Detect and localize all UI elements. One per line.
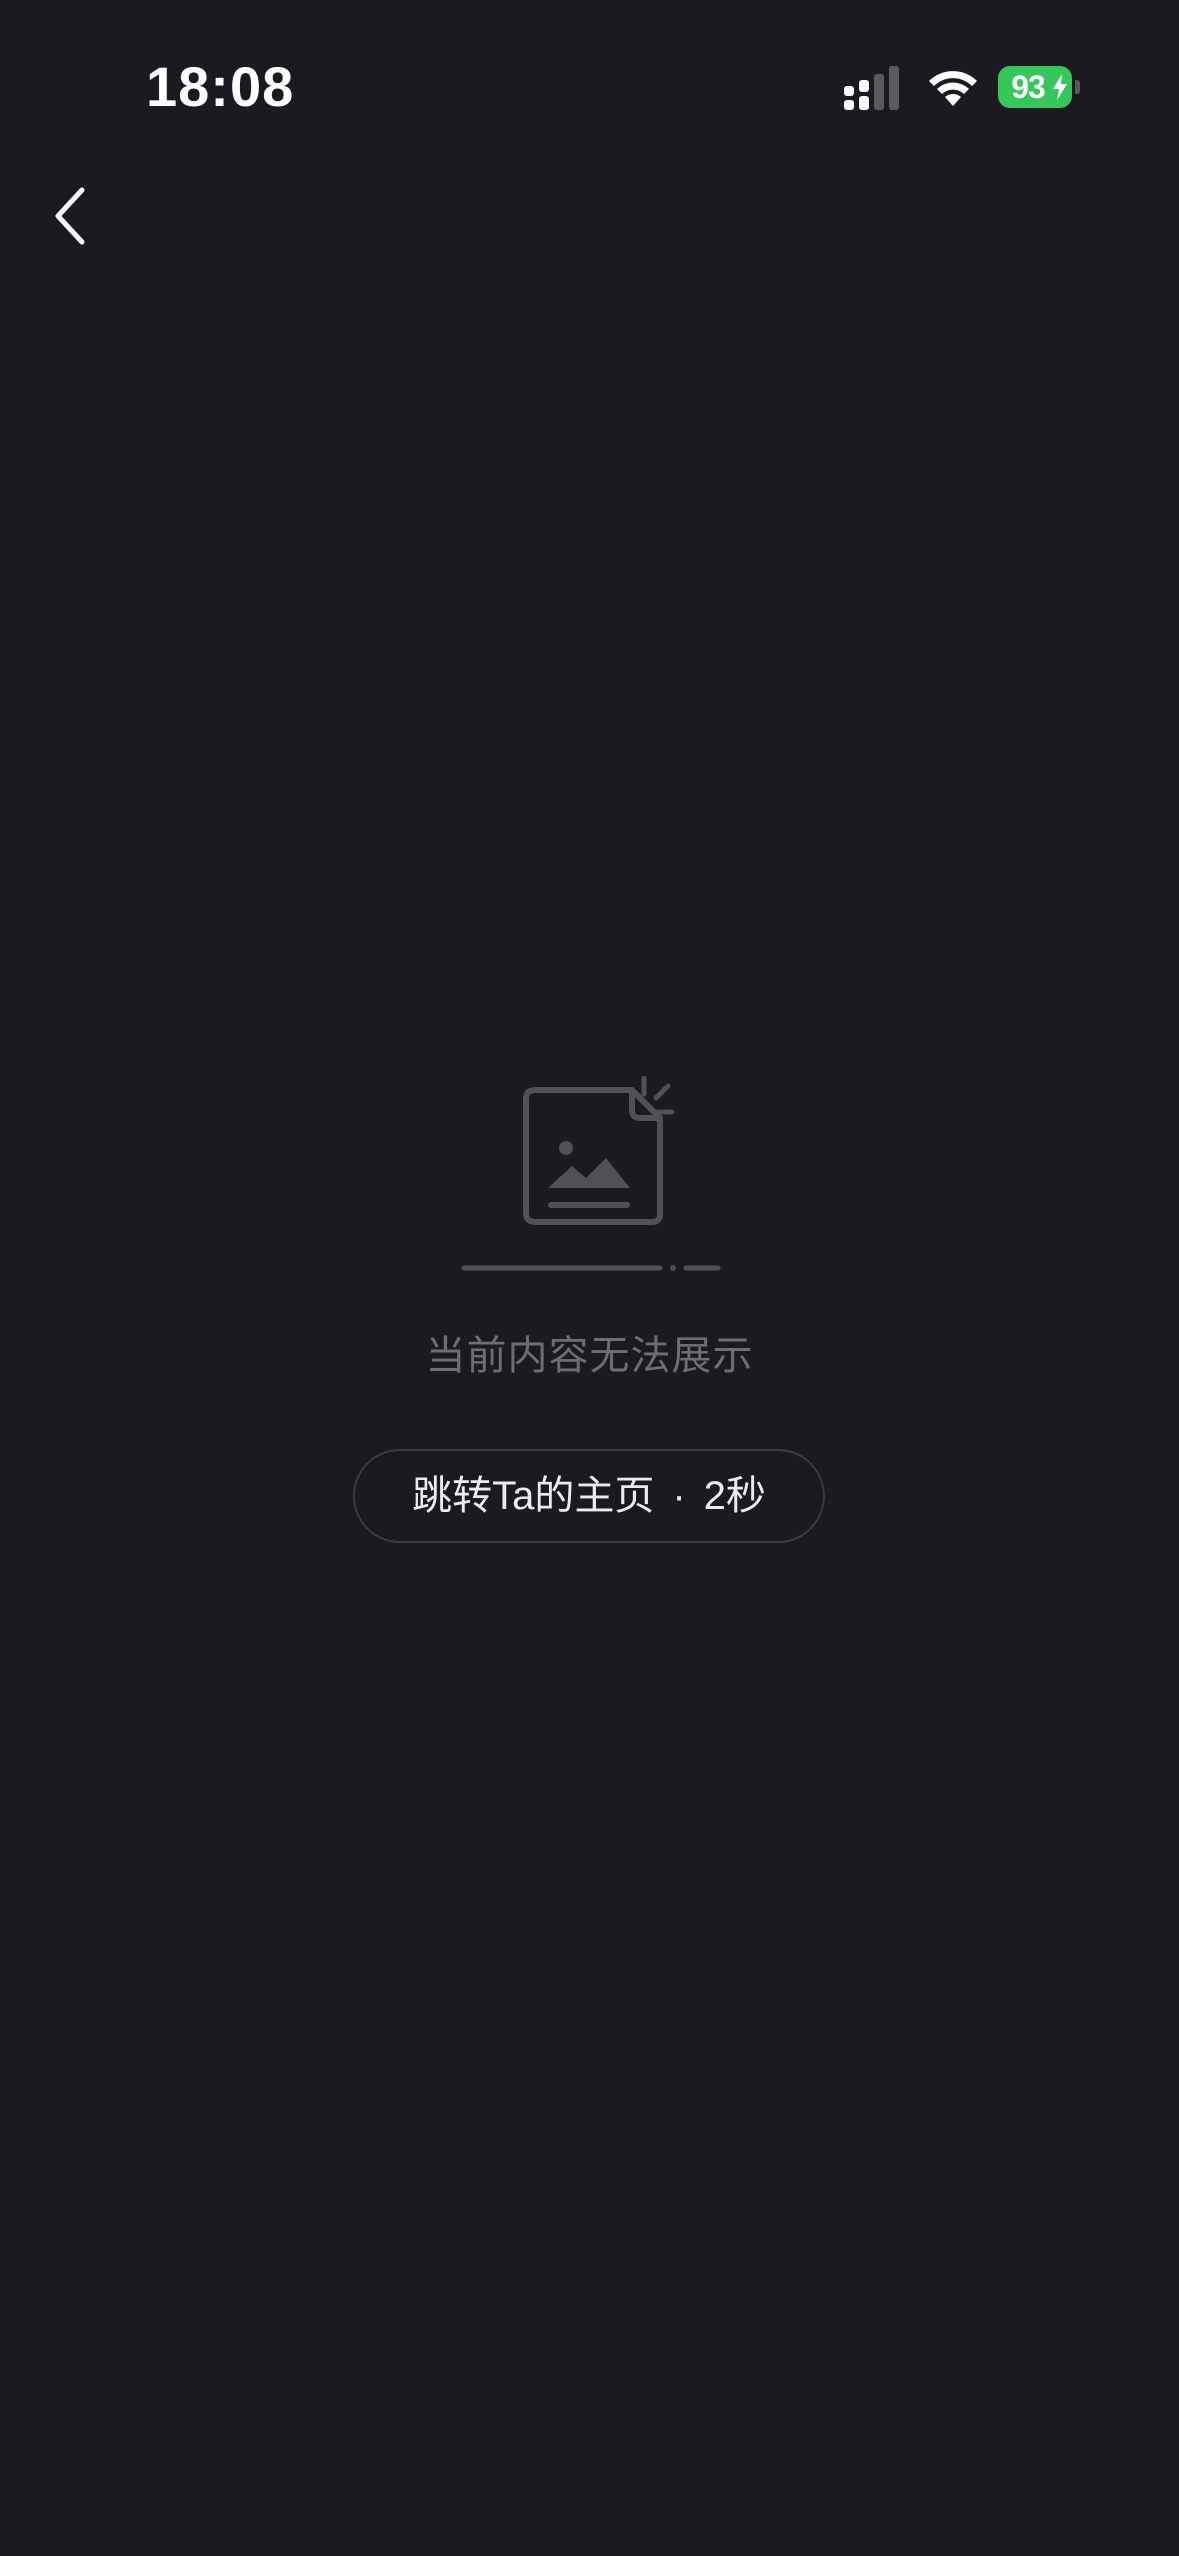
back-button[interactable] [40, 176, 112, 256]
battery-level: 93 [1011, 69, 1046, 105]
chevron-left-icon [55, 187, 85, 245]
empty-state-message: 当前内容无法展示 [425, 1334, 754, 1378]
jump-button-separator: · [672, 1474, 686, 1518]
charging-bolt-icon [1053, 74, 1067, 100]
battery-cap [1075, 80, 1080, 94]
status-time: 18:08 [146, 55, 295, 118]
screen: 18:08 93 当前内容无法展示 跳转Ta的主页 · 2秒 [0, 0, 1179, 2556]
countdown-label: 2秒 [703, 1474, 766, 1518]
status-bar: 18:08 93 [0, 0, 1179, 170]
jump-to-profile-button[interactable]: 跳转Ta的主页 · 2秒 [353, 1449, 825, 1543]
broken-image-document-icon [461, 1076, 721, 1271]
jump-button-label: 跳转Ta的主页 [412, 1474, 655, 1518]
cellular-signal-icon [844, 66, 899, 110]
wifi-icon [929, 71, 977, 106]
battery-indicator: 93 [998, 66, 1082, 108]
